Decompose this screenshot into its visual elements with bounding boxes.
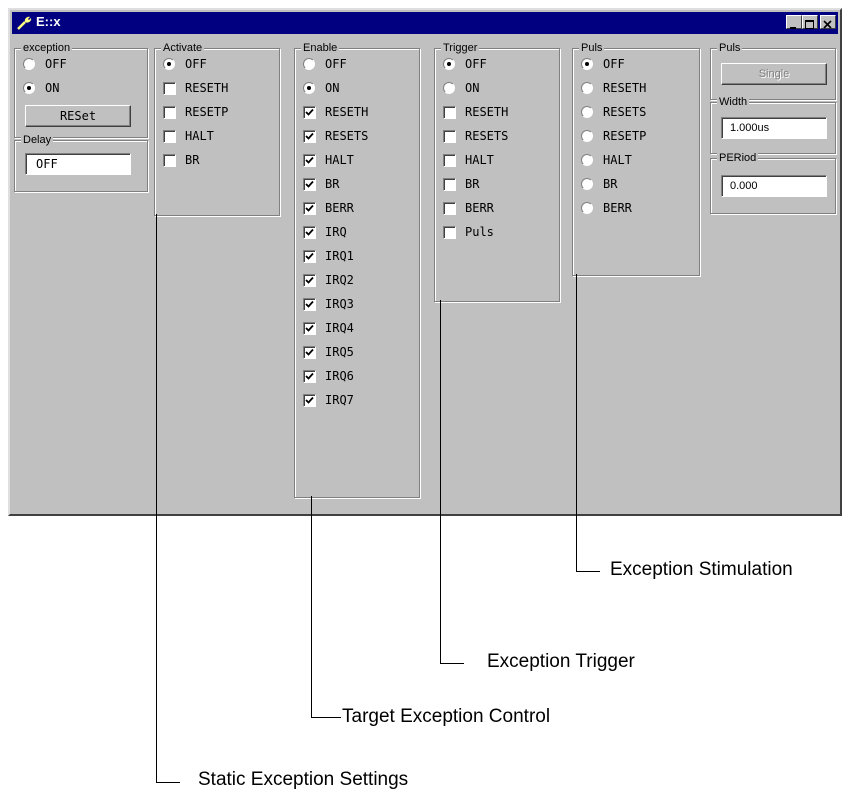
checkbox-checked-icon bbox=[303, 394, 316, 407]
callout-static-exception-settings: Static Exception Settings bbox=[198, 769, 409, 790]
callout-target-exception-control: Target Exception Control bbox=[342, 706, 551, 727]
callout-tick-target bbox=[311, 717, 341, 718]
checkbox-checked-icon bbox=[303, 370, 316, 383]
window-title: E::x bbox=[36, 14, 61, 29]
close-button[interactable] bbox=[820, 15, 836, 29]
radio-icon bbox=[581, 82, 593, 94]
checkbox-checked-icon bbox=[303, 130, 316, 143]
checkbox-icon bbox=[163, 154, 176, 167]
callout-exception-trigger: Exception Trigger bbox=[487, 651, 635, 672]
checkbox-checked-icon bbox=[303, 226, 316, 239]
width-group-title: Width bbox=[717, 95, 750, 109]
width-field[interactable]: 1.000us bbox=[721, 117, 827, 139]
checkbox-checked-icon bbox=[303, 322, 316, 335]
puls-group-title: Puls bbox=[579, 41, 605, 55]
puls-single-group-title: Puls bbox=[717, 41, 743, 55]
checkbox-checked-icon bbox=[303, 202, 316, 215]
checkbox-checked-icon bbox=[303, 298, 316, 311]
checkbox-checked-icon bbox=[303, 250, 316, 263]
delay-group: Delay OFF bbox=[14, 133, 148, 192]
checkbox-icon bbox=[443, 226, 456, 239]
period-group-title: PERiod bbox=[717, 151, 759, 165]
checkbox-icon bbox=[443, 178, 456, 191]
radio-icon bbox=[443, 82, 455, 94]
checkbox-checked-icon bbox=[303, 178, 316, 191]
callout-exception-stimulation: Exception Stimulation bbox=[610, 559, 793, 580]
radio-selected-icon bbox=[443, 58, 455, 70]
width-group: Width 1.000us bbox=[710, 95, 836, 154]
exception-group-title: exception bbox=[21, 41, 73, 55]
activate-group: Activate OFF RESETH RESETP HALT BR bbox=[154, 41, 280, 216]
checkbox-icon bbox=[443, 130, 456, 143]
period-field[interactable]: 0.000 bbox=[721, 175, 827, 197]
radio-icon bbox=[581, 106, 593, 118]
exception-group: exception OFF ON RESet bbox=[14, 41, 148, 138]
single-button[interactable]: Single bbox=[721, 63, 827, 85]
radio-selected-icon bbox=[23, 82, 35, 94]
puls-group: Puls OFF RESETH RESETS RESETP HALT BR BERR bbox=[572, 41, 700, 276]
callout-tick-trigger bbox=[440, 663, 464, 664]
radio-selected-icon bbox=[163, 58, 175, 70]
checkbox-icon bbox=[163, 130, 176, 143]
delay-group-title: Delay bbox=[21, 133, 54, 147]
checkbox-checked-icon bbox=[303, 346, 316, 359]
delay-field[interactable]: OFF bbox=[25, 153, 131, 175]
puls-single-group: Puls Single bbox=[710, 41, 836, 100]
callout-line-stimulation bbox=[576, 274, 577, 572]
close-icon bbox=[823, 20, 832, 29]
minimize-button[interactable] bbox=[786, 15, 802, 29]
reset-button[interactable]: RESet bbox=[25, 105, 131, 127]
trigger-group-title: Trigger bbox=[441, 41, 480, 55]
period-group: PERiod 0.000 bbox=[710, 151, 836, 214]
activate-group-title: Activate bbox=[161, 41, 205, 55]
title-bar[interactable]: E::x bbox=[12, 12, 838, 34]
radio-icon bbox=[581, 130, 593, 142]
radio-selected-icon bbox=[303, 82, 315, 94]
radio-icon bbox=[581, 154, 593, 166]
radio-icon bbox=[581, 202, 593, 214]
checkbox-checked-icon bbox=[303, 154, 316, 167]
checkbox-icon bbox=[163, 106, 176, 119]
trigger-group: Trigger OFF ON RESETH RESETS HALT BR BERR Pul… bbox=[434, 41, 560, 302]
callout-line-target bbox=[311, 496, 312, 718]
exception-window: E::x exception OFF ON RESet Delay OFF Ac… bbox=[8, 8, 842, 516]
enable-group-title: Enable bbox=[301, 41, 340, 55]
checkbox-icon bbox=[443, 106, 456, 119]
maximize-icon bbox=[805, 20, 814, 29]
callout-line-static bbox=[156, 214, 157, 783]
minimize-icon bbox=[790, 27, 796, 29]
radio-selected-icon bbox=[581, 58, 593, 70]
callout-line-trigger bbox=[440, 300, 441, 664]
enable-group: Enable OFF ON RESETH RESETS HALT BR BERR IRQ I… bbox=[294, 41, 420, 498]
checkbox-icon bbox=[443, 202, 456, 215]
checkbox-checked-icon bbox=[303, 106, 316, 119]
radio-icon bbox=[581, 178, 593, 190]
callout-tick-stimulation bbox=[576, 571, 600, 572]
checkbox-icon bbox=[163, 82, 176, 95]
checkbox-checked-icon bbox=[303, 274, 316, 287]
callout-tick-static bbox=[156, 782, 180, 783]
radio-icon bbox=[303, 58, 315, 70]
wrench-icon bbox=[16, 15, 32, 31]
checkbox-icon bbox=[443, 154, 456, 167]
maximize-button[interactable] bbox=[802, 15, 818, 29]
radio-icon bbox=[23, 58, 35, 70]
